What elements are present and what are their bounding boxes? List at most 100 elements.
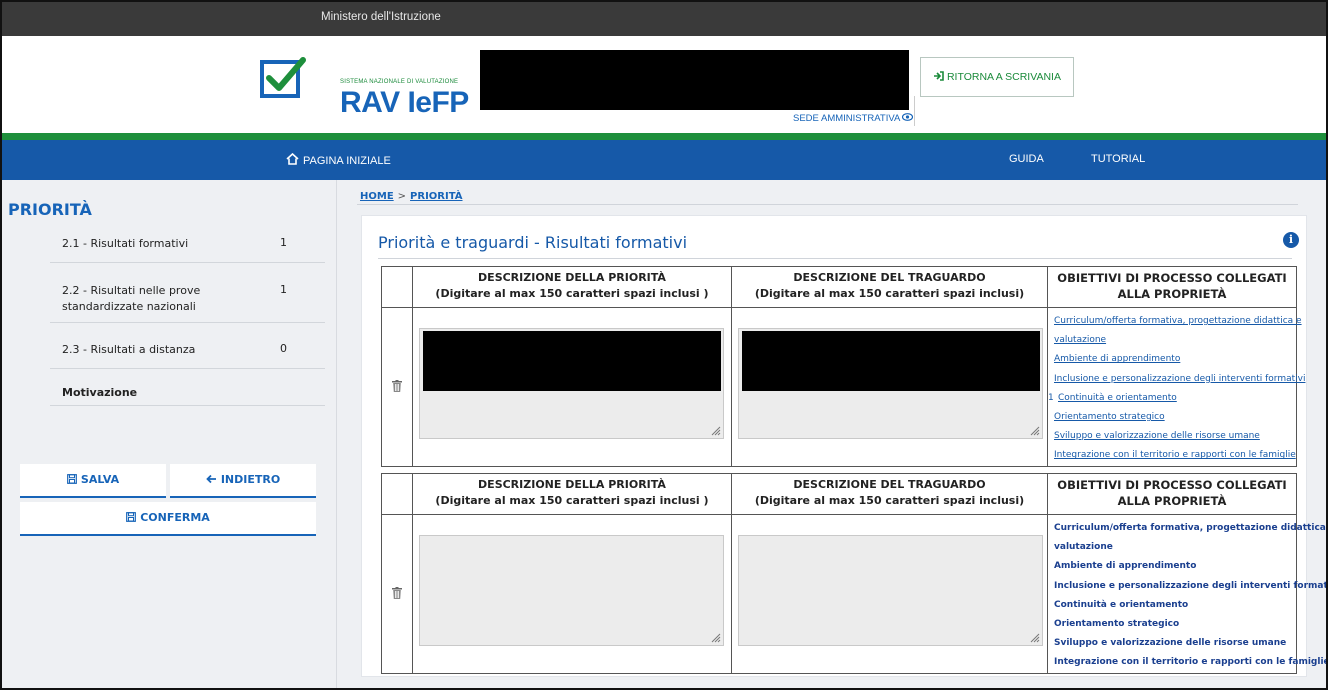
delete-row-button[interactable] [381,514,413,674]
sidebar-item-count: 1 [280,283,287,296]
logo-title: RAV IeFP [340,86,469,119]
priority-cell [412,514,732,674]
green-stripe [2,133,1326,140]
redacted-goal-text [742,331,1040,391]
objective-link[interactable]: Ambiente di apprendimento [1054,350,1296,369]
breadcrumb-separator: > [397,191,407,202]
table-header-row: DESCRIZIONE DELLA PRIORITÀ (Digitare al m… [381,266,1297,308]
objective-option[interactable]: Continuità e orientamento [1054,596,1296,615]
objectives-list: Curriculum/offerta formativa, progettazi… [1048,308,1305,466]
priority-table-1: DESCRIZIONE DELLA PRIORITÀ (Digitare al m… [381,266,1305,467]
sede-label: SEDE AMMINISTRATIVA [793,113,900,124]
header-priority: DESCRIZIONE DELLA PRIORITÀ (Digitare al m… [412,266,732,308]
header-priority-sub: (Digitare al max 150 caratteri spazi inc… [435,494,709,507]
resize-grip-icon[interactable] [711,426,721,436]
priority-textarea[interactable] [419,328,724,439]
sidebar-item-risultati-distanza[interactable]: 2.3 - Risultati a distanza 0 [50,342,325,369]
conferma-button[interactable]: CONFERMA [20,502,316,536]
objective-option[interactable]: Curriculum/offerta formativa, progettazi… [1054,519,1326,538]
sede-link[interactable]: SEDE AMMINISTRATIVA [793,113,914,124]
resize-grip-icon[interactable] [1030,633,1040,643]
delete-row-button[interactable] [381,307,413,467]
header: SISTEMA NAZIONALE DI VALUTAZIONE RAV IeF… [2,36,1326,133]
nav-tutorial-link[interactable]: TUTORIAL [1091,153,1145,165]
sidebar-item-label: 2.3 - Risultati a distanza [62,343,196,356]
breadcrumb: HOME > PRIORITÀ [360,191,463,202]
info-icon[interactable]: i [1283,232,1299,248]
home-icon [286,152,299,165]
sidebar-item-prove-standardizzate[interactable]: 2.2 - Risultati nelle prove standardizza… [50,283,325,323]
objective-link[interactable]: Curriculum/offerta formativa, progettazi… [1054,312,1302,331]
ministry-label: Ministero dell'Istruzione [321,11,441,23]
trash-icon [392,380,402,393]
indietro-button[interactable]: INDIETRO [170,464,316,498]
selected-marker: 1 [1048,392,1054,403]
nav-guida-link[interactable]: GUIDA [1009,153,1044,165]
ritorna-label: RITORNA A SCRIVANIA [946,71,1061,83]
goal-textarea[interactable] [738,328,1043,439]
save-icon [126,512,137,522]
priority-textarea[interactable] [419,535,724,646]
breadcrumb-current-link[interactable]: PRIORITÀ [410,191,462,202]
header-divider [914,96,915,126]
page-frame: Ministero dell'Istruzione SISTEMA NAZION… [0,0,1328,690]
header-priority-title: DESCRIZIONE DELLA PRIORITÀ [478,271,666,284]
objective-option[interactable]: Sviluppo e valorizzazione delle risorse … [1054,634,1296,653]
table-header-row: DESCRIZIONE DELLA PRIORITÀ (Digitare al m… [381,473,1297,515]
main-nav: PAGINA INIZIALE GUIDA TUTORIAL [2,140,1326,180]
resize-grip-icon[interactable] [1030,426,1040,436]
breadcrumb-divider [357,204,1298,205]
priority-cell [412,307,732,467]
trash-icon [392,587,402,600]
sidebar-item-count: 1 [280,236,287,249]
header-priority-sub: (Digitare al max 150 caratteri spazi inc… [435,287,709,300]
sidebar-item-count: 0 [280,342,287,355]
objective-link[interactable]: 1 Continuità e orientamento [1048,389,1296,408]
sidebar-title: PRIORITÀ [8,200,92,219]
objective-label: Continuità e orientamento [1058,392,1177,403]
priorities-card: Priorità e traguardi - Risultati formati… [361,215,1326,677]
objective-option[interactable]: Orientamento strategico [1054,615,1296,634]
table-row: Curriculum/offerta formativa, progettazi… [381,307,1305,467]
objective-option[interactable]: valutazione [1054,538,1296,557]
objective-option[interactable]: Ambiente di apprendimento [1054,557,1296,576]
check-logo-icon [260,57,306,98]
header-goal: DESCRIZIONE DEL TRAGUARDO (Digitare al ma… [731,266,1048,308]
ritorna-scrivania-button[interactable]: RITORNA A SCRIVANIA [920,57,1074,97]
objective-link[interactable]: Inclusione e personalizzazione degli int… [1054,370,1305,389]
header-objectives: OBIETTIVI DI PROCESSO COLLEGATI ALLA PRO… [1047,473,1297,515]
redacted-priority-text [423,331,721,391]
goal-textarea[interactable] [738,535,1043,646]
sidebar-item-label: 2.1 - Risultati formativi [62,237,189,250]
objective-option[interactable]: Inclusione e personalizzazione degli int… [1054,577,1326,596]
objective-option[interactable]: Integrazione con il territorio e rapport… [1054,653,1326,672]
header-empty [381,473,413,515]
save-icon [66,474,77,484]
sidebar-item-risultati-formativi[interactable]: 2.1 - Risultati formativi 1 [50,236,325,263]
priority-table-2: DESCRIZIONE DELLA PRIORITÀ (Digitare al m… [381,473,1326,674]
goal-cell [731,514,1048,674]
redacted-school-name [480,50,909,110]
resize-grip-icon[interactable] [711,633,721,643]
objective-link[interactable]: Orientamento strategico [1054,408,1296,427]
header-goal-title: DESCRIZIONE DEL TRAGUARDO [793,478,986,491]
card-title: Priorità e traguardi - Risultati formati… [378,233,688,252]
table-row: Curriculum/offerta formativa, progettazi… [381,514,1326,674]
objectives-cell: Curriculum/offerta formativa, progettazi… [1047,514,1326,674]
eye-icon [902,113,914,121]
conferma-label: CONFERMA [140,511,210,524]
nav-home-link[interactable]: PAGINA INIZIALE [286,152,391,167]
header-goal: DESCRIZIONE DEL TRAGUARDO (Digitare al ma… [731,473,1048,515]
objective-link[interactable]: valutazione [1054,331,1296,350]
sidebar-item-motivazione[interactable]: Motivazione [50,385,325,406]
objective-link[interactable]: Integrazione con il territorio e rapport… [1054,446,1296,465]
header-goal-sub: (Digitare al max 150 caratteri spazi inc… [754,494,1025,507]
arrow-left-icon [206,474,216,484]
objectives-cell: Curriculum/offerta formativa, progettazi… [1047,307,1305,467]
goal-cell [731,307,1048,467]
header-priority: DESCRIZIONE DELLA PRIORITÀ (Digitare al m… [412,473,732,515]
salva-button[interactable]: SALVA [20,464,166,498]
nav-home-label: PAGINA INIZIALE [303,155,391,167]
breadcrumb-home-link[interactable]: HOME [360,191,394,202]
objective-link[interactable]: Sviluppo e valorizzazione delle risorse … [1054,427,1296,446]
